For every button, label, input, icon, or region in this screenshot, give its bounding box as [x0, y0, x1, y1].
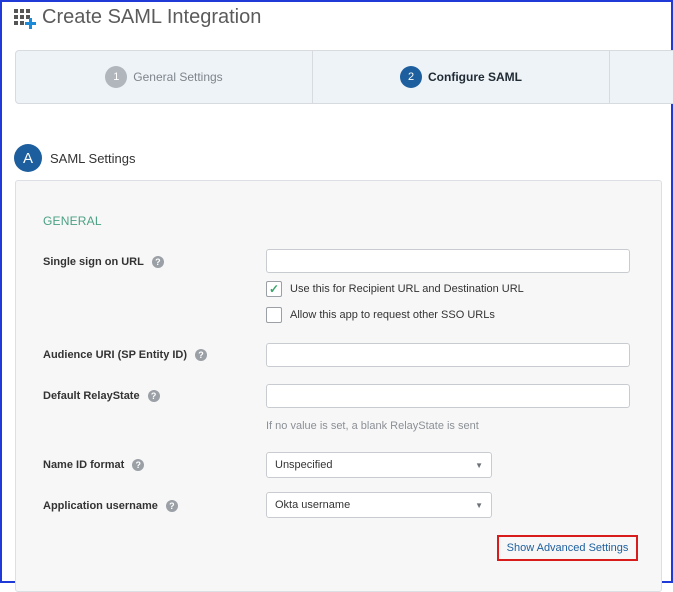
- audience-label-text: Audience URI (SP Entity ID): [43, 349, 188, 361]
- app-username-select[interactable]: Okta username ▼: [266, 492, 492, 518]
- app-grid-add-icon: [14, 8, 36, 29]
- chevron-down-icon: ▼: [475, 500, 483, 510]
- sso-url-input[interactable]: [266, 249, 630, 273]
- step-label: Configure SAML: [428, 70, 522, 84]
- help-icon[interactable]: ?: [147, 390, 160, 402]
- nameid-format-select[interactable]: Unspecified ▼: [266, 452, 492, 478]
- page-header: Create SAML Integration: [14, 6, 261, 29]
- general-heading: GENERAL: [43, 214, 102, 228]
- audience-label: Audience URI (SP Entity ID) ?: [43, 349, 208, 361]
- relaystate-hint: If no value is set, a blank RelayState i…: [266, 420, 479, 432]
- recipient-checkbox-row[interactable]: ✓ Use this for Recipient URL and Destina…: [266, 281, 524, 297]
- step-number: 2: [400, 66, 422, 88]
- nameid-label: Name ID format ?: [43, 459, 145, 471]
- sso-url-label-text: Single sign on URL: [43, 256, 144, 268]
- app-username-value: Okta username: [275, 499, 351, 511]
- nameid-format-value: Unspecified: [275, 459, 333, 471]
- help-icon[interactable]: ?: [165, 500, 178, 512]
- relaystate-label-text: Default RelayState: [43, 390, 140, 402]
- show-advanced-settings-link[interactable]: Show Advanced Settings: [497, 535, 638, 561]
- recipient-checkbox-label: Use this for Recipient URL and Destinati…: [290, 283, 524, 295]
- section-header: A SAML Settings: [14, 144, 136, 172]
- nameid-label-text: Name ID format: [43, 459, 125, 471]
- page-title: Create SAML Integration: [42, 6, 262, 28]
- chevron-down-icon: ▼: [475, 460, 483, 470]
- other-sso-checkbox[interactable]: [266, 307, 282, 323]
- step-label: General Settings: [133, 70, 223, 84]
- help-icon[interactable]: ?: [195, 349, 208, 361]
- recipient-checkbox[interactable]: ✓: [266, 281, 282, 297]
- help-icon[interactable]: ?: [132, 459, 145, 471]
- other-sso-checkbox-row[interactable]: Allow this app to request other SSO URLs: [266, 307, 495, 323]
- help-icon[interactable]: ?: [151, 256, 164, 268]
- app-username-label-text: Application username: [43, 500, 158, 512]
- section-badge: A: [14, 144, 42, 172]
- wizard-steps: 1 General Settings 2 Configure SAML: [15, 50, 673, 104]
- step-configure-saml[interactable]: 2 Configure SAML: [313, 51, 610, 103]
- section-title: SAML Settings: [50, 150, 136, 166]
- app-username-label: Application username ?: [43, 500, 178, 512]
- audience-uri-input[interactable]: [266, 343, 630, 367]
- relaystate-input[interactable]: [266, 384, 630, 408]
- relaystate-label: Default RelayState ?: [43, 390, 160, 402]
- step-next[interactable]: [610, 51, 673, 103]
- step-general-settings[interactable]: 1 General Settings: [16, 51, 313, 103]
- step-number: 1: [105, 66, 128, 88]
- other-sso-checkbox-label: Allow this app to request other SSO URLs: [290, 309, 495, 321]
- sso-url-label: Single sign on URL ?: [43, 256, 164, 268]
